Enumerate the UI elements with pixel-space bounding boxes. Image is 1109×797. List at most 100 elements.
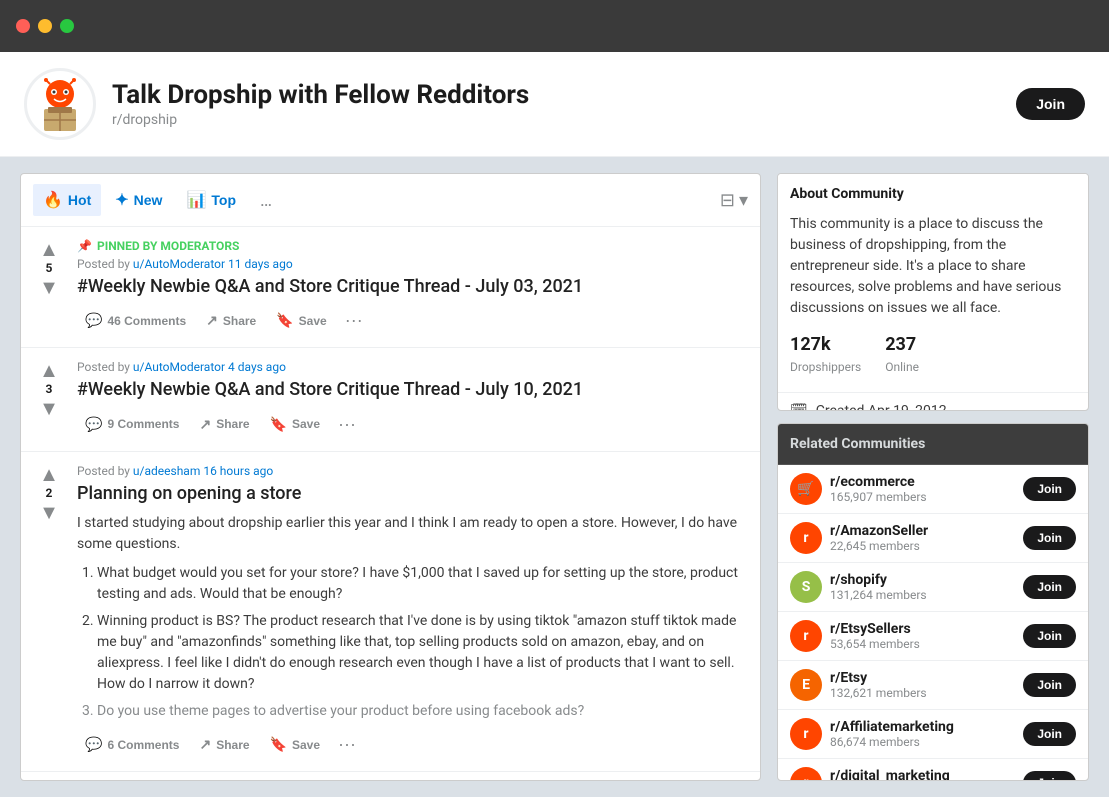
join-button[interactable]: Join bbox=[1016, 88, 1085, 120]
share-icon: ↗ bbox=[199, 736, 211, 753]
about-card-body: This community is a place to discuss the… bbox=[778, 206, 1088, 392]
pinned-label: 📌 PINNED BY MODERATORS bbox=[77, 239, 744, 253]
save-button[interactable]: 🔖 Save bbox=[262, 411, 328, 438]
sort-hot-button[interactable]: 🔥 Hot bbox=[33, 184, 101, 216]
window-chrome bbox=[0, 0, 1109, 52]
community-info: r/Etsy132,621 members bbox=[830, 670, 1015, 700]
upvote-button[interactable]: ▲ bbox=[39, 464, 59, 484]
vote-column: ▲ 3 ▼ bbox=[29, 356, 69, 442]
post-actions: 💬 6 Comments ↗ Share 🔖 Save ··· bbox=[77, 730, 744, 759]
close-button[interactable] bbox=[16, 19, 30, 33]
layout-toggle[interactable]: ⊟ ▾ bbox=[720, 190, 748, 211]
comments-button[interactable]: 💬 46 Comments bbox=[77, 307, 194, 334]
about-community-card: About Community This community is a plac… bbox=[777, 173, 1089, 411]
community-members: 86,674 members bbox=[830, 735, 1015, 749]
comment-icon: 💬 bbox=[85, 736, 102, 753]
community-members: 22,645 members bbox=[830, 539, 1015, 553]
vote-count: 2 bbox=[46, 486, 53, 500]
members-label: Dropshippers bbox=[790, 358, 861, 376]
community-join-button[interactable]: Join bbox=[1023, 526, 1076, 550]
sort-more-button[interactable]: … bbox=[254, 186, 278, 215]
save-button[interactable]: 🔖 Save bbox=[262, 731, 328, 758]
list-item: Winning product is BS? The product resea… bbox=[97, 611, 744, 695]
sort-top-button[interactable]: 📊 Top bbox=[176, 184, 246, 216]
online-label: Online bbox=[885, 358, 919, 376]
sort-new-button[interactable]: ✦ New bbox=[105, 184, 172, 216]
list-item: What budget would you set for your store… bbox=[97, 563, 744, 605]
post-title[interactable]: Planning on opening a store bbox=[77, 482, 744, 505]
post-meta: Posted by u/AutoModerator 11 days ago bbox=[77, 257, 744, 271]
share-button[interactable]: ↗ Share bbox=[191, 411, 257, 438]
community-name[interactable]: r/ecommerce bbox=[830, 474, 1015, 490]
list-item: Do you use theme pages to advertise your… bbox=[97, 701, 744, 722]
share-button[interactable]: ↗ Share bbox=[191, 731, 257, 758]
community-join-button[interactable]: Join bbox=[1023, 477, 1076, 501]
traffic-lights bbox=[16, 19, 74, 33]
community-name[interactable]: r/EtsySellers bbox=[830, 621, 1015, 637]
vote-column: ▲ 5 ▼ bbox=[29, 235, 69, 339]
post-author[interactable]: u/AutoModerator bbox=[133, 360, 225, 374]
community-icon: 🛒 bbox=[790, 473, 822, 505]
more-options-button[interactable]: ··· bbox=[332, 730, 362, 759]
community-name[interactable]: r/digital_marketing bbox=[830, 768, 1015, 781]
save-icon: 🔖 bbox=[270, 416, 287, 433]
share-button[interactable]: ↗ Share bbox=[198, 307, 264, 334]
list-item: 🛒r/ecommerce165,907 membersJoin bbox=[778, 465, 1088, 514]
community-name[interactable]: r/shopify bbox=[830, 572, 1015, 588]
maximize-button[interactable] bbox=[60, 19, 74, 33]
header-title: Talk Dropship with Fellow Redditors bbox=[112, 80, 1000, 110]
post-body: I started studying about dropship earlie… bbox=[77, 513, 744, 722]
community-join-button[interactable]: Join bbox=[1023, 575, 1076, 599]
post-author[interactable]: u/adeesham bbox=[133, 464, 200, 478]
sort-bar: 🔥 Hot ✦ New 📊 Top … ⊟ ▾ bbox=[21, 174, 760, 227]
posts-list: ▲ 5 ▼ 📌 PINNED BY MODERATORS Posted by u… bbox=[21, 227, 760, 780]
downvote-button[interactable]: ▼ bbox=[39, 502, 59, 522]
comments-button[interactable]: 💬 6 Comments bbox=[77, 731, 187, 758]
post-body-intro: I started studying about dropship earlie… bbox=[77, 513, 744, 555]
related-communities-header: Related Communities bbox=[778, 424, 1088, 465]
share-icon: ↗ bbox=[199, 416, 211, 433]
community-info: r/Affiliatemarketing86,674 members bbox=[830, 719, 1015, 749]
downvote-button[interactable]: ▼ bbox=[39, 277, 59, 297]
save-icon: 🔖 bbox=[276, 312, 293, 329]
table-row: ▲ 5 ▼ 📌 PINNED BY MODERATORS Posted by u… bbox=[21, 227, 760, 348]
comment-icon: 💬 bbox=[85, 312, 102, 329]
related-communities-card: Related Communities 🛒r/ecommerce165,907 … bbox=[777, 423, 1089, 781]
post-author[interactable]: u/AutoModerator bbox=[133, 257, 225, 271]
community-join-button[interactable]: Join bbox=[1023, 673, 1076, 697]
list-item: rr/AmazonSeller22,645 membersJoin bbox=[778, 514, 1088, 563]
more-options-button[interactable]: ··· bbox=[339, 306, 369, 335]
layout-icon: ⊟ bbox=[720, 190, 735, 211]
upvote-button[interactable]: ▲ bbox=[39, 239, 59, 259]
more-options-button[interactable]: ··· bbox=[332, 410, 362, 439]
upvote-button[interactable]: ▲ bbox=[39, 360, 59, 380]
post-meta: Posted by u/adeesham 16 hours ago bbox=[77, 464, 744, 478]
community-name[interactable]: r/AmazonSeller bbox=[830, 523, 1015, 539]
vote-count: 3 bbox=[46, 382, 53, 396]
list-item: rr/digital_marketing136,769 membersJoin bbox=[778, 759, 1088, 781]
about-card-header: About Community bbox=[778, 174, 1088, 206]
community-join-button[interactable]: Join bbox=[1023, 722, 1076, 746]
communities-list: 🛒r/ecommerce165,907 membersJoinrr/Amazon… bbox=[778, 465, 1088, 781]
sidebar-column: About Community This community is a plac… bbox=[777, 173, 1089, 781]
community-members: 132,621 members bbox=[830, 686, 1015, 700]
table-row: ▲ 2 ▼ Posted by u/adeesham 16 hours ago … bbox=[21, 452, 760, 772]
post-title[interactable]: #Weekly Newbie Q&A and Store Critique Th… bbox=[77, 378, 744, 401]
save-button[interactable]: 🔖 Save bbox=[268, 307, 334, 334]
community-name[interactable]: r/Affiliatemarketing bbox=[830, 719, 1015, 735]
minimize-button[interactable] bbox=[38, 19, 52, 33]
community-info: r/shopify131,264 members bbox=[830, 572, 1015, 602]
community-name[interactable]: r/Etsy bbox=[830, 670, 1015, 686]
community-icon: r bbox=[790, 767, 822, 781]
comments-button[interactable]: 💬 9 Comments bbox=[77, 411, 187, 438]
post-title[interactable]: #Weekly Newbie Q&A and Store Critique Th… bbox=[77, 275, 744, 298]
community-join-button[interactable]: Join bbox=[1023, 624, 1076, 648]
pin-icon: 📌 bbox=[77, 239, 92, 253]
feed-column: 🔥 Hot ✦ New 📊 Top … ⊟ ▾ ▲ 5 bbox=[20, 173, 761, 781]
vote-count: 5 bbox=[46, 261, 53, 275]
downvote-button[interactable]: ▼ bbox=[39, 398, 59, 418]
table-row: ▲ 3 ▼ Posted by u/AutoModerator 4 days a… bbox=[21, 348, 760, 451]
header-subreddit: r/dropship bbox=[112, 112, 1000, 128]
community-members: 131,264 members bbox=[830, 588, 1015, 602]
post-meta: Posted by u/AutoModerator 4 days ago bbox=[77, 360, 744, 374]
